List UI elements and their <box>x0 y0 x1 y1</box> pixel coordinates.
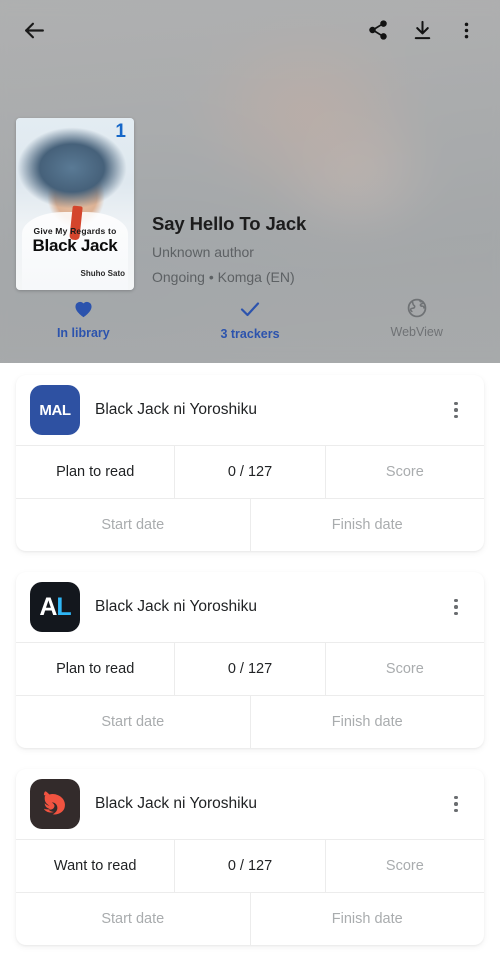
tracker-card-header: Black Jack ni Yoroshiku <box>16 769 484 839</box>
more-vertical-icon <box>464 22 468 38</box>
manga-author: Unknown author <box>152 243 254 260</box>
more-vertical-icon <box>454 401 458 406</box>
overflow-menu-button[interactable] <box>444 8 488 52</box>
mal-logo-text: MAL <box>39 401 71 419</box>
heart-filled-icon <box>75 301 92 318</box>
action-in-library-label: In library <box>56 326 110 340</box>
more-vertical-icon <box>454 598 458 603</box>
tracker-progress-cell[interactable]: 0 / 127 <box>174 643 326 695</box>
mal-logo-icon: MAL <box>30 385 80 435</box>
action-webview[interactable]: WebView <box>333 293 500 355</box>
action-webview-label: WebView <box>390 325 443 339</box>
more-vertical-icon <box>454 605 458 609</box>
tracker-menu-button[interactable] <box>436 587 476 627</box>
kitsu-fox-glyph <box>43 791 65 815</box>
cover-title-line1: Give My Regards to <box>33 226 117 236</box>
more-vertical-icon <box>454 611 458 616</box>
manga-header: 1 Give My Regards to Black Jack Shuho Sa… <box>0 0 500 363</box>
tracker-status-row: Want to read 0 / 127 Score <box>16 839 484 892</box>
tracker-start-date-cell[interactable]: Start date <box>16 696 250 748</box>
tracker-score-cell[interactable]: Score <box>326 643 484 695</box>
action-trackers-label: 3 trackers <box>220 327 280 341</box>
tracker-list: MAL Black Jack ni Yoroshiku Plan to read… <box>0 363 500 974</box>
tracker-finish-date-cell[interactable]: Finish date <box>249 696 485 748</box>
tracker-date-row: Start date Finish date <box>16 695 484 748</box>
anilist-logo-icon: AL <box>30 582 80 632</box>
more-vertical-icon <box>454 795 458 800</box>
tracker-status-row: Plan to read 0 / 127 Score <box>16 642 484 695</box>
tracker-card-anilist: AL Black Jack ni Yoroshiku Plan to read … <box>16 572 484 748</box>
check-icon <box>240 302 260 317</box>
tracker-menu-button[interactable] <box>436 784 476 824</box>
tracker-progress-cell[interactable]: 0 / 127 <box>174 446 326 498</box>
tracker-card-header: AL Black Jack ni Yoroshiku <box>16 572 484 642</box>
tracker-date-row: Start date Finish date <box>16 498 484 551</box>
download-icon <box>414 20 430 39</box>
arrow-left-icon <box>24 22 44 38</box>
more-vertical-icon <box>454 802 458 806</box>
share-icon <box>369 20 387 40</box>
manga-metadata: Say Hello To Jack Unknown author Ongoing… <box>152 212 306 291</box>
tracker-finish-date-cell[interactable]: Finish date <box>249 893 485 945</box>
anilist-logo-letter-a: A <box>39 592 57 621</box>
header-action-bar: In library 3 trackers WebView <box>0 293 500 355</box>
tracker-progress-cell[interactable]: 0 / 127 <box>174 840 326 892</box>
tracker-card-header: MAL Black Jack ni Yoroshiku <box>16 375 484 445</box>
back-button[interactable] <box>12 8 56 52</box>
download-button[interactable] <box>400 8 444 52</box>
manga-info-row: 1 Give My Regards to Black Jack Shuho Sa… <box>16 118 486 290</box>
more-vertical-icon <box>454 414 458 419</box>
more-vertical-icon <box>454 408 458 412</box>
tracker-card-myanimelist: MAL Black Jack ni Yoroshiku Plan to read… <box>16 375 484 551</box>
tracker-status-row: Plan to read 0 / 127 Score <box>16 445 484 498</box>
manga-cover-thumbnail[interactable]: 1 Give My Regards to Black Jack Shuho Sa… <box>16 118 134 290</box>
cover-author-credit: Shuho Sato <box>80 269 125 278</box>
cover-volume-number: 1 <box>115 121 126 142</box>
tracker-entry-title[interactable]: Black Jack ni Yoroshiku <box>95 400 436 419</box>
globe-icon <box>407 298 426 318</box>
manga-title: Say Hello To Jack <box>152 212 307 234</box>
anilist-logo-letter-l: L <box>56 592 71 621</box>
action-trackers[interactable]: 3 trackers <box>167 293 334 355</box>
tracker-menu-button[interactable] <box>436 390 476 430</box>
tracker-status-cell[interactable]: Plan to read <box>16 643 174 695</box>
tracker-start-date-cell[interactable]: Start date <box>16 893 250 945</box>
manga-status-source: Ongoing • Komga (EN) <box>152 268 295 285</box>
tracker-card-kitsu: Black Jack ni Yoroshiku Want to read 0 /… <box>16 769 484 945</box>
action-in-library[interactable]: In library <box>0 293 167 355</box>
kitsu-fox-logo-icon <box>30 779 80 829</box>
tracker-date-row: Start date Finish date <box>16 892 484 945</box>
more-vertical-icon <box>454 808 458 813</box>
tracker-finish-date-cell[interactable]: Finish date <box>249 499 485 551</box>
tracker-status-cell[interactable]: Plan to read <box>16 446 174 498</box>
tracker-entry-title[interactable]: Black Jack ni Yoroshiku <box>95 794 436 813</box>
top-app-bar <box>0 0 500 60</box>
tracker-entry-title[interactable]: Black Jack ni Yoroshiku <box>95 597 436 616</box>
share-button[interactable] <box>356 8 400 52</box>
tracker-start-date-cell[interactable]: Start date <box>16 499 250 551</box>
tracker-score-cell[interactable]: Score <box>326 840 484 892</box>
tracker-score-cell[interactable]: Score <box>326 446 484 498</box>
tracker-status-cell[interactable]: Want to read <box>16 840 174 892</box>
cover-title-line2: Black Jack <box>32 236 118 255</box>
